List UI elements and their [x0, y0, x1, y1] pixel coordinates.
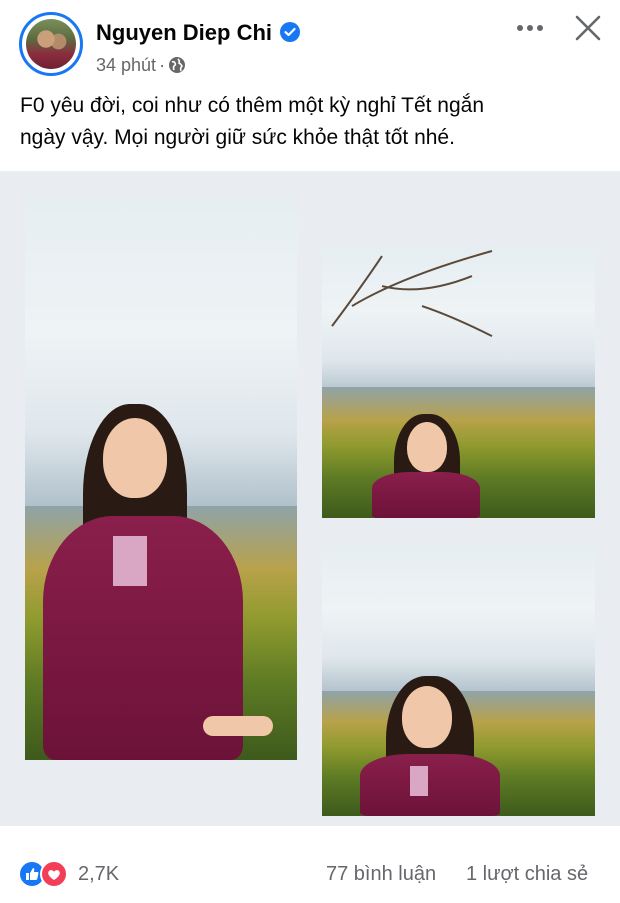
- avatar[interactable]: [19, 12, 83, 76]
- post-text-line-1: F0 yêu đời, coi như có thêm một kỳ nghỉ …: [20, 94, 485, 117]
- photo-2[interactable]: [322, 246, 595, 518]
- post-footer: 2,7K 77 bình luận 1 lượt chia sẻ: [0, 840, 620, 903]
- photo-1[interactable]: [25, 196, 297, 760]
- post-time[interactable]: 34 phút: [96, 55, 156, 75]
- verified-badge-icon: [280, 22, 301, 42]
- post-header: Nguyen Diep Chi 34 phút ·: [0, 0, 620, 85]
- photo-grid: [0, 171, 620, 826]
- tree-branches: [331, 250, 493, 337]
- post-text-line-2: ngày vậy. Mọi người giữ sức khỏe thật tố…: [20, 126, 455, 149]
- reaction-count[interactable]: 2,7K: [78, 863, 119, 886]
- photo-subject: [322, 406, 595, 518]
- comment-count[interactable]: 77 bình luận: [326, 863, 436, 886]
- share-count[interactable]: 1 lượt chia sẻ: [466, 863, 588, 886]
- photo-3[interactable]: [322, 544, 595, 816]
- reaction-icons[interactable]: [18, 860, 70, 888]
- photo-subject: [322, 674, 595, 816]
- close-icon[interactable]: [572, 12, 604, 44]
- globe-icon[interactable]: [168, 56, 186, 74]
- author-name[interactable]: Nguyen Diep Chi: [96, 20, 272, 45]
- meta-separator: ·: [159, 55, 166, 75]
- post-text: F0 yêu đời, coi như có thêm một kỳ nghỉ …: [20, 90, 600, 154]
- avatar-image: [26, 19, 76, 69]
- love-reaction-icon: [40, 860, 68, 888]
- photo-subject: [25, 396, 297, 760]
- author-name-row[interactable]: Nguyen Diep Chi: [96, 20, 301, 46]
- more-options-icon[interactable]: [512, 16, 548, 40]
- post-meta: 34 phút ·: [96, 55, 186, 76]
